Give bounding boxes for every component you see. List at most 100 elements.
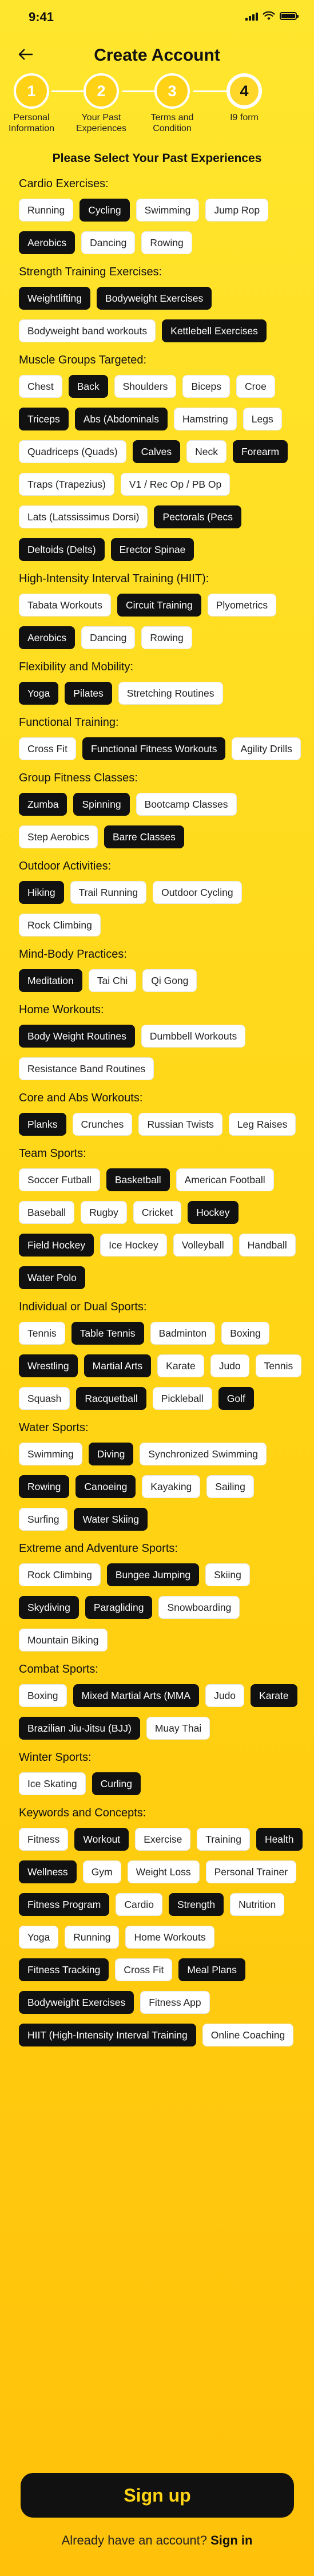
option-chip-selected[interactable]: Diving [88, 1443, 134, 1465]
option-chip[interactable]: Tennis [255, 1354, 302, 1377]
option-chip[interactable]: Boxing [221, 1322, 269, 1345]
option-chip-selected[interactable]: Planks [19, 1113, 66, 1136]
option-chip-selected[interactable]: Rowing [19, 1475, 70, 1498]
option-chip-selected[interactable]: Hiking [19, 881, 64, 904]
option-chip[interactable]: Karate [157, 1354, 204, 1377]
option-chip-selected[interactable]: Calves [132, 440, 181, 463]
option-chip[interactable]: Online Coaching [202, 2024, 294, 2046]
option-chip-selected[interactable]: Table Tennis [71, 1322, 144, 1345]
option-chip[interactable]: Badminton [150, 1322, 216, 1345]
option-chip[interactable]: Neck [186, 440, 226, 463]
option-chip-selected[interactable]: Pectorals (Pecs [154, 505, 242, 528]
option-chip[interactable]: Tabata Workouts [19, 594, 111, 617]
option-chip[interactable]: V1 / Rec Op / PB Op [120, 473, 230, 496]
option-chip-selected[interactable]: Basketball [106, 1168, 170, 1191]
option-chip[interactable]: Yoga [19, 1926, 59, 1949]
option-chip[interactable]: Ice Skating [19, 1772, 86, 1795]
option-chip[interactable]: Dancing [81, 231, 136, 254]
option-chip[interactable]: Dancing [81, 626, 136, 649]
option-chip[interactable]: Cross Fit [115, 1958, 173, 1981]
option-chip-selected[interactable]: Barre Classes [104, 825, 184, 848]
option-chip[interactable]: Skiing [205, 1563, 250, 1586]
option-chip-selected[interactable]: Aerobics [19, 231, 75, 254]
option-chip[interactable]: Synchronized Swimming [140, 1443, 267, 1465]
option-chip[interactable]: Hamstring [174, 408, 237, 430]
option-chip-selected[interactable]: Kettlebell Exercises [162, 319, 267, 342]
option-chip-selected[interactable]: Meal Plans [178, 1958, 245, 1981]
option-chip[interactable]: Rowing [141, 231, 192, 254]
option-chip[interactable]: Chest [19, 375, 62, 398]
option-chip-selected[interactable]: HIIT (High-Intensity Interval Training [19, 2024, 196, 2046]
option-chip-selected[interactable]: Racquetball [76, 1387, 146, 1410]
option-chip[interactable]: Swimming [19, 1443, 82, 1465]
option-chip[interactable]: Kayaking [142, 1475, 201, 1498]
option-chip[interactable]: Volleyball [173, 1234, 233, 1257]
option-chip-selected[interactable]: Workout [74, 1828, 129, 1851]
option-chip[interactable]: Jump Rop [205, 199, 269, 222]
option-chip[interactable]: Cricket [133, 1201, 182, 1224]
option-chip[interactable]: Outdoor Cycling [153, 881, 242, 904]
option-chip[interactable]: American Football [176, 1168, 274, 1191]
option-chip[interactable]: Running [19, 199, 74, 222]
option-chip-selected[interactable]: Bodyweight Exercises [19, 1991, 134, 2014]
option-chip[interactable]: Lats (Latssissimus Dorsi) [19, 505, 148, 528]
option-chip[interactable]: Personal Trainer [205, 1860, 297, 1883]
option-chip-selected[interactable]: Circuit Training [117, 594, 201, 617]
option-chip[interactable]: Step Aerobics [19, 825, 98, 848]
option-chip[interactable]: Tai Chi [88, 969, 137, 992]
option-chip[interactable]: Croe [236, 375, 275, 398]
option-chip-selected[interactable]: Deltoids (Delts) [19, 538, 105, 561]
option-chip[interactable]: Running [65, 1926, 120, 1949]
option-chip-selected[interactable]: Water Polo [19, 1266, 85, 1289]
option-chip-selected[interactable]: Health [256, 1828, 303, 1851]
option-chip[interactable]: Cross Fit [19, 737, 76, 760]
option-chip-selected[interactable]: Curling [92, 1772, 141, 1795]
option-chip-selected[interactable]: Body Weight Routines [19, 1025, 135, 1048]
option-chip-selected[interactable]: Abs (Abdominals [74, 408, 168, 430]
option-chip[interactable]: Fitness [19, 1828, 69, 1851]
option-chip-selected[interactable]: Fitness Tracking [19, 1958, 109, 1981]
option-chip[interactable]: Squash [19, 1387, 70, 1410]
sign-in-link[interactable]: Sign in [210, 2533, 252, 2547]
option-chip-selected[interactable]: Canoeing [75, 1475, 136, 1498]
option-chip-selected[interactable]: Spinning [73, 793, 130, 816]
option-chip-selected[interactable]: Bungee Jumping [106, 1563, 200, 1586]
option-chip[interactable]: Rock Climbing [19, 1563, 101, 1586]
option-chip[interactable]: Judo [205, 1684, 245, 1707]
option-chip-selected[interactable]: Field Hockey [19, 1234, 94, 1257]
option-chip[interactable]: Gym [82, 1860, 121, 1883]
option-chip[interactable]: Bodyweight band workouts [19, 319, 156, 342]
option-chip[interactable]: Baseball [19, 1201, 75, 1224]
option-chip[interactable]: Cardio [116, 1893, 162, 1916]
option-chip[interactable]: Rugby [81, 1201, 127, 1224]
option-chip[interactable]: Surfing [19, 1508, 68, 1531]
option-chip[interactable]: Russian Twists [138, 1113, 222, 1136]
sign-up-button[interactable]: Sign up [21, 2473, 294, 2518]
option-chip-selected[interactable]: Functional Fitness Workouts [82, 737, 226, 760]
option-chip-selected[interactable]: Golf [218, 1387, 254, 1410]
option-chip-selected[interactable]: Pilates [65, 682, 112, 705]
option-chip[interactable]: Soccer Futball [19, 1168, 100, 1191]
option-chip-selected[interactable]: Mixed Martial Arts (MMA [73, 1684, 200, 1707]
option-chip-selected[interactable]: Hockey [188, 1201, 239, 1224]
option-chip[interactable]: Dumbbell Workouts [141, 1025, 246, 1048]
option-chip[interactable]: Tennis [19, 1322, 65, 1345]
option-chip[interactable]: Home Workouts [125, 1926, 214, 1949]
option-chip-selected[interactable]: Wrestling [19, 1354, 78, 1377]
option-chip[interactable]: Swimming [136, 199, 200, 222]
option-chip[interactable]: Nutrition [230, 1893, 285, 1916]
option-chip-selected[interactable]: Weightlifting [19, 287, 91, 310]
option-chip-selected[interactable]: Aerobics [19, 626, 75, 649]
option-chip[interactable]: Rock Climbing [19, 914, 101, 937]
option-chip[interactable]: Snowboarding [158, 1596, 240, 1619]
option-chip[interactable]: Judo [210, 1354, 249, 1377]
option-chip[interactable]: Legs [243, 408, 282, 430]
option-chip[interactable]: Crunches [72, 1113, 133, 1136]
option-chip[interactable]: Pickleball [152, 1387, 212, 1410]
option-chip[interactable]: Trail Running [70, 881, 147, 904]
option-chip-selected[interactable]: Wellness [19, 1860, 77, 1883]
option-chip-selected[interactable]: Brazilian Jiu-Jitsu (BJJ) [19, 1717, 140, 1740]
option-chip[interactable]: Leg Raises [228, 1113, 296, 1136]
option-chip-selected[interactable]: Zumba [19, 793, 67, 816]
option-chip[interactable]: Traps (Trapezius) [19, 473, 114, 496]
